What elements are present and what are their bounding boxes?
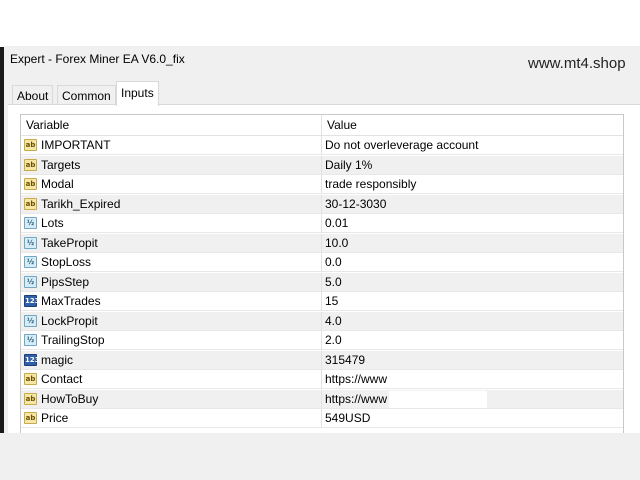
tab-inputs[interactable]: Inputs [116, 81, 159, 106]
table-row[interactable]: ½ Lots 0.01 [21, 214, 623, 233]
variable-name: TakePropit [41, 235, 98, 250]
variable-value[interactable]: Daily 1% [325, 156, 372, 175]
variable-value[interactable]: 5.0 [325, 273, 342, 292]
redacted-area [389, 390, 487, 408]
cell-separator [321, 331, 322, 350]
cell-separator [321, 233, 322, 253]
cell-separator [321, 389, 322, 409]
table-row[interactable]: ab Contact https://www [21, 370, 623, 389]
tab-common[interactable]: Common [57, 85, 116, 105]
integer-type-icon: 123 [24, 353, 40, 366]
string-type-icon: ab [24, 412, 37, 424]
variable-name: IMPORTANT [41, 138, 111, 152]
variable-value[interactable]: 315479 [325, 351, 365, 370]
cell-separator [321, 194, 322, 214]
tab-about[interactable]: About [12, 85, 54, 105]
variable-value[interactable]: 4.0 [325, 312, 342, 331]
table-row[interactable]: ½ PipsStep 5.0 [21, 272, 623, 292]
cell-separator [321, 155, 322, 175]
variable-value[interactable]: https://www [325, 390, 387, 409]
variable-value[interactable]: Do not overleverage account [325, 136, 478, 155]
variable-value[interactable]: 0.0 [325, 253, 342, 272]
variable-name: Modal [41, 177, 74, 191]
table-row[interactable]: ½ StopLoss 0.0 [21, 253, 623, 272]
double-type-icon: ½ [24, 256, 37, 268]
cell-separator [321, 350, 322, 370]
cell-separator [321, 292, 322, 311]
cell-separator [321, 311, 322, 331]
table-row[interactable]: ab Price 549USD [21, 409, 623, 428]
variable-value[interactable]: 2.0 [325, 331, 342, 350]
variable-name: Price [41, 411, 69, 425]
table-row[interactable]: 123 magic 315479 [21, 350, 623, 370]
variable-value[interactable]: 15 [325, 292, 338, 311]
double-type-icon: ½ [24, 236, 37, 249]
watermark-text: www.mt4.shop [528, 55, 626, 72]
redacted-area [389, 371, 487, 388]
variable-value[interactable]: 549USD [325, 409, 370, 428]
variable-name: LockPropit [41, 313, 98, 328]
expert-properties-window: Expert - Forex Miner EA V6.0_fix About C… [4, 46, 640, 435]
cell-separator [321, 272, 322, 292]
cell-separator [321, 175, 322, 194]
table-row[interactable]: ab HowToBuy https://www [21, 389, 623, 409]
integer-type-icon: 123 [24, 295, 40, 307]
variable-value[interactable]: https://www [325, 370, 387, 389]
variable-value[interactable]: trade responsibly [325, 175, 416, 194]
column-header-variable[interactable]: Variable [26, 115, 69, 135]
column-separator[interactable] [321, 115, 322, 135]
background-below-window [0, 433, 640, 480]
table-row[interactable]: ab Modal trade responsibly [21, 175, 623, 194]
table-row[interactable]: ½ LockPropit 4.0 [21, 311, 623, 331]
variable-value[interactable]: 0.01 [325, 214, 348, 233]
string-type-icon: ab [24, 139, 37, 151]
variable-name: TrailingStop [41, 333, 105, 347]
double-type-icon: ½ [24, 275, 37, 288]
grid-header: Variable Value [21, 115, 623, 136]
variable-name: Lots [41, 216, 64, 230]
window-title: Expert - Forex Miner EA V6.0_fix [10, 52, 185, 66]
variable-value[interactable]: 10.0 [325, 234, 348, 253]
cell-separator [321, 370, 322, 389]
double-type-icon: ½ [24, 314, 37, 327]
column-header-value[interactable]: Value [327, 115, 357, 135]
variable-name: HowToBuy [41, 391, 99, 406]
table-row[interactable]: ab IMPORTANT Do not overleverage account [21, 136, 623, 155]
variable-name: Contact [41, 372, 83, 386]
variable-name: Tarikh_Expired [41, 196, 121, 211]
string-type-icon: ab [24, 373, 37, 385]
cell-separator [321, 136, 322, 155]
inputs-grid: Variable Value ab IMPORTANT Do not overlev… [20, 114, 624, 435]
table-row[interactable]: ab Tarikh_Expired 30-12-3030 [21, 194, 623, 214]
string-type-icon: ab [24, 392, 37, 405]
cell-separator [321, 253, 322, 272]
variable-value[interactable]: 30-12-3030 [325, 195, 386, 214]
table-row[interactable]: ½ TrailingStop 2.0 [21, 331, 623, 350]
table-row[interactable]: 123 MaxTrades 15 [21, 292, 623, 311]
variable-name: PipsStep [41, 274, 90, 289]
variable-name: MaxTrades [41, 294, 101, 308]
string-type-icon: ab [24, 178, 37, 190]
table-row[interactable]: ½ TakePropit 10.0 [21, 233, 623, 253]
string-type-icon: ab [24, 197, 37, 210]
table-row[interactable]: ab Targets Daily 1% [21, 155, 623, 175]
inputs-panel: Variable Value ab IMPORTANT Do not overlev… [8, 104, 640, 435]
double-type-icon: ½ [24, 217, 37, 229]
double-type-icon: ½ [24, 334, 37, 346]
cell-separator [321, 214, 322, 233]
variable-name: Targets [41, 157, 81, 172]
variable-name: StopLoss [41, 255, 92, 269]
string-type-icon: ab [24, 158, 37, 171]
cell-separator [321, 409, 322, 428]
variable-name: magic [41, 352, 74, 367]
